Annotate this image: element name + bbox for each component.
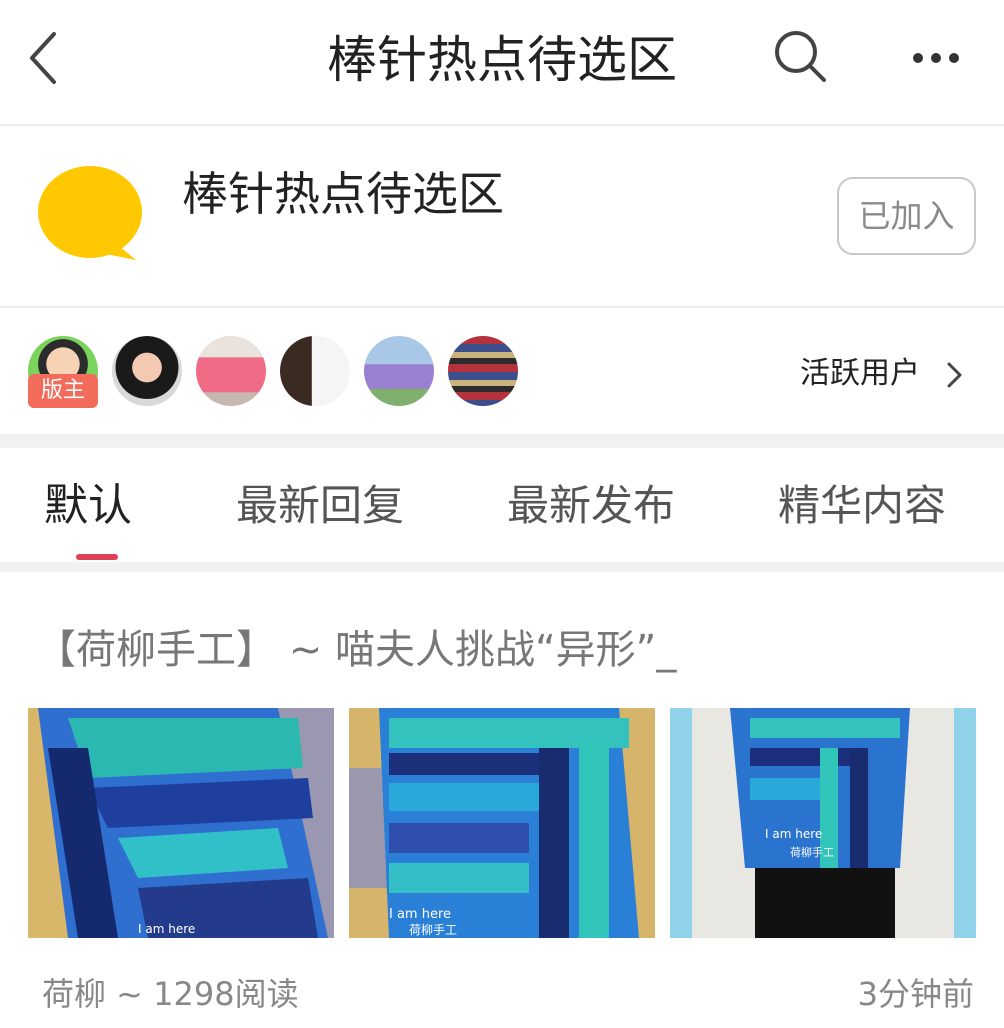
- active-tab-indicator: [76, 554, 118, 560]
- search-button[interactable]: [770, 26, 830, 86]
- avatar[interactable]: [112, 336, 182, 406]
- speech-bubble-icon: [38, 166, 142, 260]
- image-watermark: I am here: [138, 922, 195, 936]
- post-card[interactable]: 【荷柳手工】 ~ 喵夫人挑战“异形”_ I am here I am here …: [0, 572, 1004, 1028]
- post-image[interactable]: I am here: [28, 708, 334, 938]
- active-users-link[interactable]: 活跃用户: [800, 354, 920, 394]
- avatar[interactable]: [196, 336, 266, 406]
- post-title[interactable]: 【荷柳手工】 ~ 喵夫人挑战“异形”_: [36, 622, 676, 678]
- more-button[interactable]: [904, 38, 968, 78]
- avatar[interactable]: [280, 336, 350, 406]
- owner-badge: 版主: [28, 374, 98, 408]
- tab-latest-reply[interactable]: 最新回复: [236, 478, 404, 534]
- post-image[interactable]: I am here 荷柳手工: [349, 708, 655, 938]
- group-logo: [36, 164, 148, 268]
- image-watermark: I am here: [765, 827, 822, 841]
- post-author-views: 荷柳 ~ 1298阅读: [42, 975, 299, 1013]
- joined-button[interactable]: 已加入: [837, 177, 976, 255]
- search-icon: [775, 31, 826, 82]
- section-divider: [0, 562, 1004, 572]
- tab-featured[interactable]: 精华内容: [778, 478, 946, 534]
- image-watermark: I am here: [389, 907, 451, 922]
- tab-latest-post[interactable]: 最新发布: [507, 478, 675, 534]
- group-info: 棒针热点待选区 已加入: [0, 128, 1004, 308]
- section-divider: [0, 434, 1004, 448]
- page-title: 棒针热点待选区: [327, 31, 677, 89]
- avatar[interactable]: [448, 336, 518, 406]
- group-name: 棒针热点待选区: [182, 167, 504, 221]
- image-caption: 荷柳手工: [790, 845, 834, 859]
- top-bar: 棒针热点待选区: [0, 0, 1004, 126]
- image-caption: 荷柳手工: [409, 923, 457, 937]
- post-image[interactable]: I am here 荷柳手工: [670, 708, 976, 938]
- more-dots-icon: [913, 53, 959, 63]
- active-users-row[interactable]: 版主 活跃用户: [0, 310, 1004, 434]
- chevron-right-icon: [944, 360, 966, 390]
- post-time: 3分钟前: [857, 975, 974, 1013]
- avatar[interactable]: [364, 336, 434, 406]
- tab-default[interactable]: 默认: [44, 478, 132, 534]
- tab-bar: 默认 最新回复 最新发布 精华内容: [0, 448, 1004, 562]
